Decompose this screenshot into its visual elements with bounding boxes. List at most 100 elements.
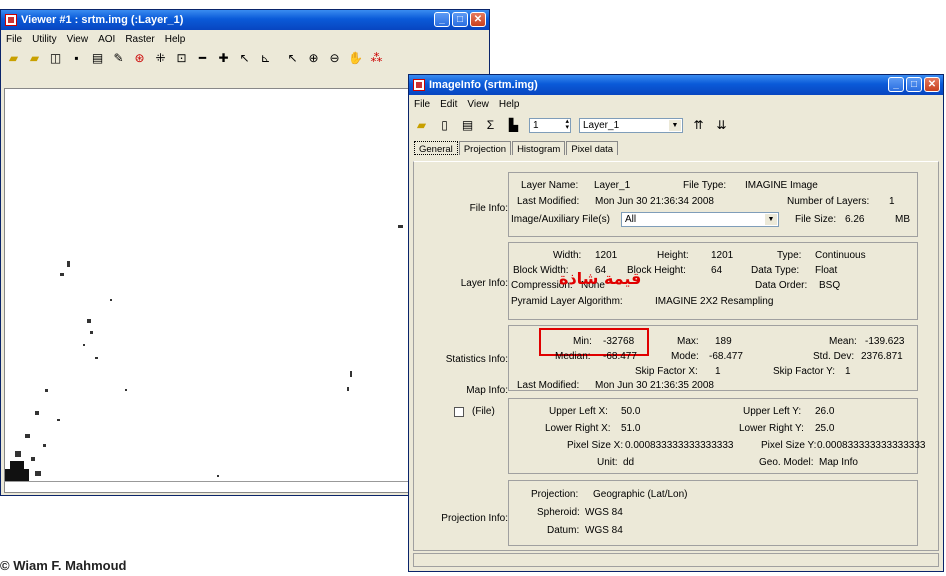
std-dev-label: Std. Dev: bbox=[813, 351, 855, 362]
save-icon[interactable]: ▪ bbox=[69, 51, 84, 65]
pixel-size-x-value: 0.000833333333333333 bbox=[625, 440, 734, 451]
menu-view[interactable]: View bbox=[67, 34, 89, 45]
type-label: Type: bbox=[777, 250, 802, 261]
file-checkbox-label: (File) bbox=[472, 406, 495, 417]
pyramid-label: Pyramid Layer Algorithm: bbox=[511, 296, 623, 307]
layer-select-value: Layer_1 bbox=[583, 119, 620, 131]
sort-down-icon[interactable]: ⇊ bbox=[714, 118, 729, 132]
pan-icon[interactable]: ✋ bbox=[348, 51, 363, 65]
select-arrow-icon[interactable]: ↖ bbox=[285, 51, 300, 65]
datum-value: WGS 84 bbox=[585, 525, 623, 536]
menu-utility[interactable]: Utility bbox=[32, 34, 56, 45]
skip-factor-y-value: 1 bbox=[845, 366, 851, 377]
menu-file[interactable]: File bbox=[414, 99, 430, 110]
app-icon bbox=[413, 79, 425, 91]
unit-label: Unit: bbox=[597, 457, 618, 468]
menu-help[interactable]: Help bbox=[165, 34, 186, 45]
file-size-unit: MB bbox=[895, 214, 910, 225]
lower-right-x-label: Lower Right X: bbox=[545, 423, 611, 434]
data-type-value: Float bbox=[815, 265, 838, 276]
zoom-in-icon[interactable]: ⊕ bbox=[306, 51, 321, 65]
tab-strip: General Projection Histogram Pixel data bbox=[409, 137, 943, 155]
menu-help[interactable]: Help bbox=[499, 99, 520, 110]
max-label: Max: bbox=[677, 336, 699, 347]
tab-general[interactable]: General bbox=[414, 141, 458, 155]
block-height-value: 64 bbox=[711, 265, 723, 276]
skip-factor-x-value: 1 bbox=[715, 366, 721, 377]
width-value: 1201 bbox=[595, 250, 618, 261]
data-order-value: BSQ bbox=[819, 280, 841, 291]
arrow-tool-icon[interactable]: ↖ bbox=[237, 51, 252, 65]
tab-projection[interactable]: Projection bbox=[458, 141, 512, 155]
menu-raster[interactable]: Raster bbox=[125, 34, 154, 45]
inquire-icon[interactable]: ⊛ bbox=[132, 51, 147, 65]
image-caption: © Wiam F. Mahmoud bbox=[0, 558, 127, 573]
last-modified-value: Mon Jun 30 21:36:34 2008 bbox=[595, 196, 714, 207]
file-checkbox[interactable] bbox=[454, 407, 464, 417]
cross-icon[interactable]: ✚ bbox=[216, 51, 231, 65]
frame-icon[interactable]: ⊡ bbox=[174, 51, 189, 65]
zoom-out-icon[interactable]: ⊖ bbox=[327, 51, 342, 65]
upper-left-y-label: Upper Left Y: bbox=[743, 406, 802, 417]
median-label: Median: bbox=[555, 351, 591, 362]
spinner-arrows-icon[interactable]: ▴ ▾ bbox=[565, 118, 569, 131]
file-info-label: File Info: bbox=[469, 203, 508, 214]
mean-label: Mean: bbox=[829, 336, 857, 347]
sort-up-icon[interactable]: ⇈ bbox=[691, 118, 706, 132]
imageinfo-titlebar[interactable]: ImageInfo (srtm.img) _ □ ✕ bbox=[409, 75, 943, 95]
map-info-group: Upper Left X: 50.0 Upper Left Y: 26.0 Lo… bbox=[508, 398, 925, 474]
open-layer-icon[interactable]: ▰ bbox=[27, 51, 42, 65]
mode-value: -68.477 bbox=[709, 351, 743, 362]
minimize-button[interactable]: _ bbox=[434, 12, 450, 27]
app-icon bbox=[5, 14, 17, 26]
line-icon[interactable]: ━ bbox=[195, 51, 210, 65]
maximize-button[interactable]: □ bbox=[452, 12, 468, 27]
file-size-label: File Size: bbox=[795, 214, 837, 225]
sigma-icon[interactable]: Σ bbox=[483, 118, 498, 132]
print-icon[interactable]: ▤ bbox=[460, 118, 475, 132]
width-label: Width: bbox=[553, 250, 582, 261]
pointer-icon[interactable]: ⁂ bbox=[369, 51, 384, 65]
print-icon[interactable]: ▤ bbox=[90, 51, 105, 65]
min-label: Min: bbox=[573, 336, 592, 347]
pyramid-value: IMAGINE 2X2 Resampling bbox=[655, 296, 774, 307]
viewer-titlebar[interactable]: Viewer #1 : srtm.img (:Layer_1) _ □ ✕ bbox=[1, 10, 489, 30]
outlier-annotation: قيمة شاذة bbox=[559, 269, 642, 288]
aux-files-value: All bbox=[625, 214, 637, 225]
menu-file[interactable]: File bbox=[6, 34, 22, 45]
layer-number-spinner[interactable]: 1 ▴ ▾ bbox=[529, 117, 571, 133]
fit-icon[interactable]: ⁜ bbox=[153, 51, 168, 65]
chevron-down-icon[interactable]: ▼ bbox=[669, 119, 681, 131]
new-document-icon[interactable]: ▯ bbox=[437, 118, 452, 132]
file-info-group: Layer Name: Layer_1 File Type: IMAGINE I… bbox=[508, 172, 918, 237]
last-modified-label: Last Modified: bbox=[517, 196, 580, 207]
close-button[interactable]: ✕ bbox=[470, 12, 486, 27]
histogram-icon[interactable]: ▙ bbox=[506, 118, 521, 132]
aux-files-label: Image/Auxiliary File(s) bbox=[511, 214, 610, 225]
menu-edit[interactable]: Edit bbox=[440, 99, 457, 110]
geo-model-value: Map Info bbox=[819, 457, 858, 468]
imageinfo-title: ImageInfo (srtm.img) bbox=[429, 79, 538, 91]
chevron-down-icon[interactable]: ▼ bbox=[765, 214, 777, 225]
median-value: -68.477 bbox=[603, 351, 637, 362]
height-label: Height: bbox=[657, 250, 689, 261]
maximize-button[interactable]: □ bbox=[906, 77, 922, 92]
close-button[interactable]: ✕ bbox=[924, 77, 940, 92]
pixel-size-y-value: 0.000833333333333333 bbox=[817, 440, 926, 451]
info-icon[interactable]: ◫ bbox=[48, 51, 63, 65]
skip-factor-y-label: Skip Factor Y: bbox=[773, 366, 836, 377]
open-folder-icon[interactable]: ▰ bbox=[6, 51, 21, 65]
pixel-size-x-label: Pixel Size X: bbox=[567, 440, 624, 451]
tab-pixel-data[interactable]: Pixel data bbox=[566, 141, 619, 155]
open-folder-icon[interactable]: ▰ bbox=[414, 118, 429, 132]
menu-aoi[interactable]: AOI bbox=[98, 34, 115, 45]
aux-files-select[interactable]: All ▼ bbox=[621, 212, 779, 227]
minimize-button[interactable]: _ bbox=[888, 77, 904, 92]
tab-histogram[interactable]: Histogram bbox=[512, 141, 566, 155]
layer-select[interactable]: Layer_1 ▼ bbox=[579, 117, 683, 133]
layer-info-group: Width: 1201 Height: 1201 Type: Continuou… bbox=[508, 242, 918, 320]
layer-name-value: Layer_1 bbox=[594, 180, 631, 191]
measure-icon[interactable]: ⊾ bbox=[258, 51, 273, 65]
menu-view[interactable]: View bbox=[467, 99, 489, 110]
edit-icon[interactable]: ✎ bbox=[111, 51, 126, 65]
